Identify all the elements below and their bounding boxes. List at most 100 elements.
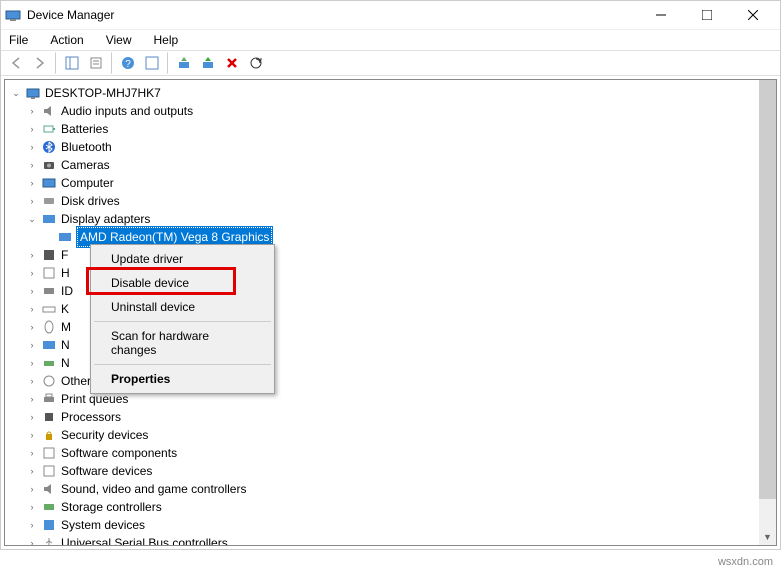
menu-action[interactable]: Action xyxy=(46,33,87,47)
menu-help[interactable]: Help xyxy=(150,33,183,47)
processor-icon xyxy=(41,409,57,425)
ide-icon xyxy=(41,283,57,299)
ctx-properties[interactable]: Properties xyxy=(93,367,272,391)
security-icon xyxy=(41,427,57,443)
tree-category[interactable]: ›Processors xyxy=(9,408,776,426)
expand-icon[interactable]: › xyxy=(25,356,39,370)
expand-icon[interactable]: › xyxy=(25,158,39,172)
action-button[interactable] xyxy=(141,52,163,74)
ctx-disable-device[interactable]: Disable device xyxy=(93,271,272,295)
expand-icon[interactable]: › xyxy=(25,410,39,424)
scroll-thumb[interactable] xyxy=(759,80,776,499)
tree-category[interactable]: ›Storage controllers xyxy=(9,498,776,516)
tree-category[interactable]: ›Universal Serial Bus controllers xyxy=(9,534,776,546)
expand-icon[interactable]: › xyxy=(25,266,39,280)
tree-category[interactable]: ›Software devices xyxy=(9,462,776,480)
scan-hardware-button[interactable] xyxy=(245,52,267,74)
audio-icon xyxy=(41,103,57,119)
storage-icon xyxy=(41,499,57,515)
minimize-button[interactable] xyxy=(638,1,684,30)
expand-icon[interactable]: › xyxy=(25,284,39,298)
expand-icon[interactable]: › xyxy=(25,518,39,532)
expand-icon[interactable]: › xyxy=(25,482,39,496)
battery-icon xyxy=(41,121,57,137)
ctx-scan-hardware[interactable]: Scan for hardware changes xyxy=(93,324,272,362)
disk-icon xyxy=(41,193,57,209)
hid-icon xyxy=(41,265,57,281)
watermark: wsxdn.com xyxy=(718,556,773,568)
svg-text:?: ? xyxy=(125,59,131,70)
expand-icon[interactable]: › xyxy=(25,122,39,136)
context-menu: Update driver Disable device Uninstall d… xyxy=(90,244,275,394)
toolbar-separator xyxy=(55,52,57,74)
expand-icon[interactable]: › xyxy=(25,338,39,352)
collapse-icon[interactable]: ⌄ xyxy=(25,212,39,226)
scroll-down-button[interactable]: ▼ xyxy=(759,528,776,545)
tree-category[interactable]: ›Software components xyxy=(9,444,776,462)
tree-category-display-adapters[interactable]: ⌄Display adapters xyxy=(9,210,776,228)
tree-category[interactable]: ›Security devices xyxy=(9,426,776,444)
collapse-icon[interactable]: ⌄ xyxy=(9,86,23,100)
menu-file[interactable]: File xyxy=(5,33,32,47)
menu-view[interactable]: View xyxy=(102,33,136,47)
expand-icon[interactable]: › xyxy=(25,536,39,546)
ctx-separator xyxy=(94,321,271,322)
close-button[interactable] xyxy=(730,1,776,30)
tree-category[interactable]: ›Computer xyxy=(9,174,776,192)
enable-device-button[interactable] xyxy=(197,52,219,74)
expand-icon[interactable]: › xyxy=(25,176,39,190)
computer-icon xyxy=(41,175,57,191)
tree-category[interactable]: ›Cameras xyxy=(9,156,776,174)
other-icon xyxy=(41,373,57,389)
computer-icon xyxy=(25,85,41,101)
expand-icon[interactable]: › xyxy=(25,374,39,388)
camera-icon xyxy=(41,157,57,173)
bluetooth-icon xyxy=(41,139,57,155)
vertical-scrollbar[interactable]: ▲ ▼ xyxy=(759,80,776,545)
window-title: Device Manager xyxy=(27,8,638,22)
expand-icon[interactable]: › xyxy=(25,140,39,154)
firmware-icon xyxy=(41,247,57,263)
expand-icon[interactable]: › xyxy=(25,320,39,334)
expand-icon[interactable]: › xyxy=(25,248,39,262)
tree-category[interactable]: ›Sound, video and game controllers xyxy=(9,480,776,498)
sound-icon xyxy=(41,481,57,497)
update-driver-button[interactable] xyxy=(173,52,195,74)
expand-icon[interactable]: › xyxy=(25,446,39,460)
uninstall-button[interactable] xyxy=(221,52,243,74)
tree-root[interactable]: ⌄ DESKTOP-MHJ7HK7 xyxy=(9,84,776,102)
forward-button[interactable] xyxy=(29,52,51,74)
tree-category[interactable]: ›Batteries xyxy=(9,120,776,138)
display-adapter-icon xyxy=(57,229,73,245)
monitor-icon xyxy=(41,337,57,353)
expand-icon[interactable]: › xyxy=(25,194,39,208)
ctx-update-driver[interactable]: Update driver xyxy=(93,247,272,271)
printer-icon xyxy=(41,391,57,407)
help-button[interactable]: ? xyxy=(117,52,139,74)
software-device-icon xyxy=(41,463,57,479)
show-hide-tree-button[interactable] xyxy=(61,52,83,74)
expand-icon[interactable]: › xyxy=(25,392,39,406)
tree-category[interactable]: ›System devices xyxy=(9,516,776,534)
toolbar: ? xyxy=(1,50,780,76)
expand-icon[interactable]: › xyxy=(25,302,39,316)
device-manager-icon xyxy=(5,7,21,23)
system-icon xyxy=(41,517,57,533)
properties-button[interactable] xyxy=(85,52,107,74)
ctx-separator xyxy=(94,364,271,365)
keyboard-icon xyxy=(41,301,57,317)
back-button[interactable] xyxy=(5,52,27,74)
toolbar-separator xyxy=(111,52,113,74)
maximize-button[interactable] xyxy=(684,1,730,30)
tree-category[interactable]: ›Audio inputs and outputs xyxy=(9,102,776,120)
network-icon xyxy=(41,355,57,371)
expand-icon[interactable]: › xyxy=(25,428,39,442)
tree-category[interactable]: ›Disk drives xyxy=(9,192,776,210)
usb-icon xyxy=(41,535,57,546)
tree-category[interactable]: ›Bluetooth xyxy=(9,138,776,156)
ctx-uninstall-device[interactable]: Uninstall device xyxy=(93,295,272,319)
software-icon xyxy=(41,445,57,461)
expand-icon[interactable]: › xyxy=(25,500,39,514)
expand-icon[interactable]: › xyxy=(25,104,39,118)
expand-icon[interactable]: › xyxy=(25,464,39,478)
